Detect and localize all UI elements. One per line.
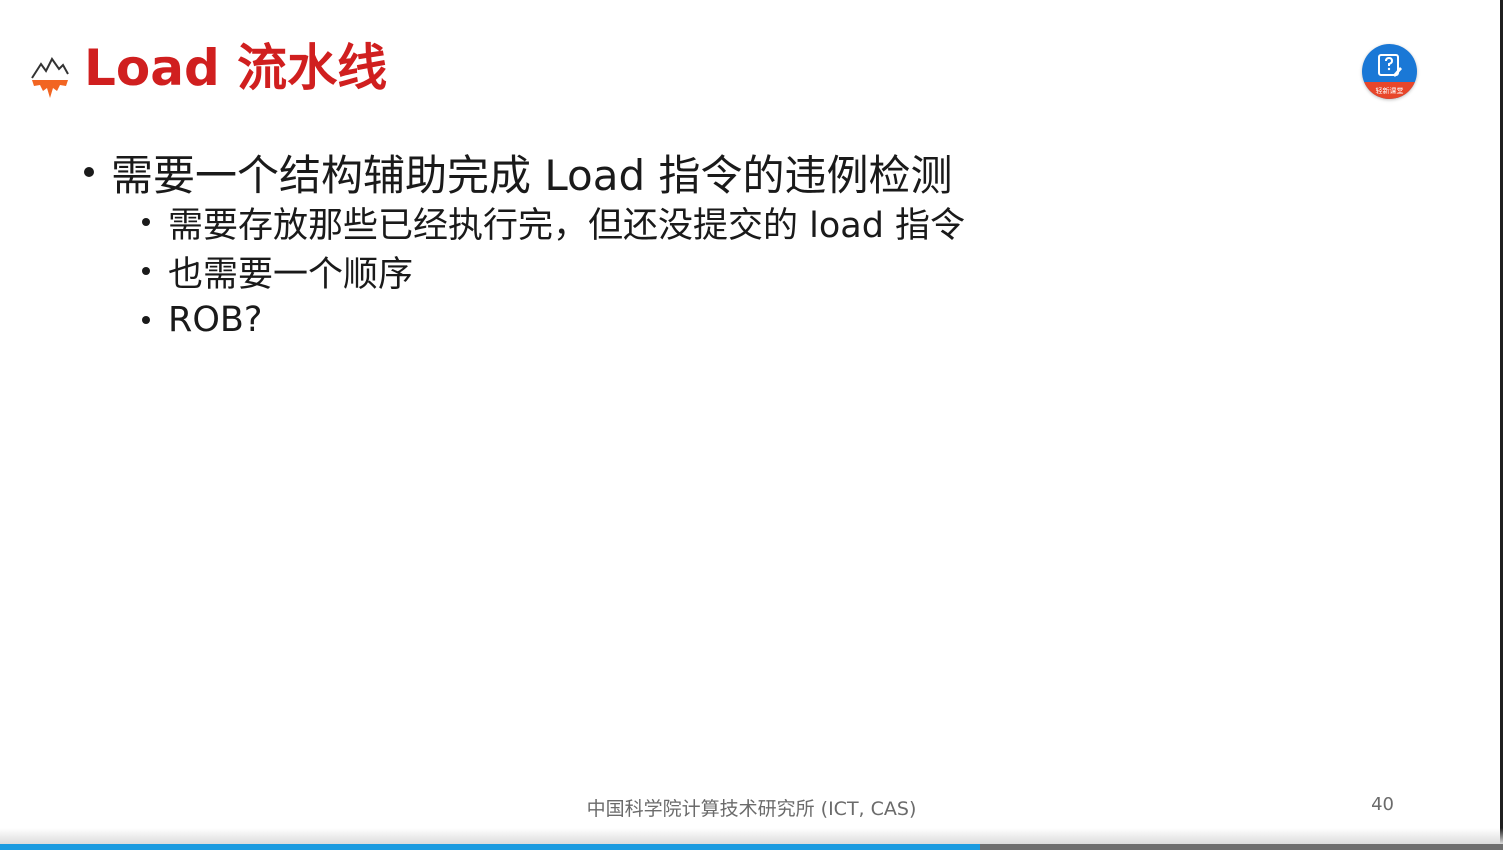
video-progress-fill xyxy=(0,844,980,850)
slide-canvas: Load 流水线 轻新课堂 需要一个结构辅助完成 Load 指令的违例检测 需要… xyxy=(0,0,1503,850)
sub-bullet-2: 也需要一个顺序 xyxy=(142,249,413,295)
bullet-dot xyxy=(142,267,150,275)
sub-bullet-1: 需要存放那些已经执行完，但还没提交的 load 指令 xyxy=(142,200,965,246)
bullet-dot xyxy=(84,167,94,177)
page-number: 40 xyxy=(1371,794,1394,815)
bullet-dot xyxy=(142,316,150,324)
badge-label: 轻新课堂 xyxy=(1375,87,1404,95)
slide-title: Load 流水线 xyxy=(84,39,388,97)
question-edit-icon xyxy=(1378,54,1402,77)
slide-footer: 中国科学院计算技术研究所 (ICT, CAS) xyxy=(586,798,917,820)
mountain-logo-icon xyxy=(31,57,69,98)
sub-bullet-2-text: 也需要一个顺序 xyxy=(168,254,414,295)
sub-bullet-3-text: ROB? xyxy=(168,300,263,340)
bullet-main: 需要一个结构辅助完成 Load 指令的违例检测 xyxy=(84,146,952,200)
sub-bullet-1-text: 需要存放那些已经执行完，但还没提交的 load 指令 xyxy=(168,205,966,246)
player-shadow xyxy=(0,828,1503,844)
bullet-dot xyxy=(142,218,150,226)
video-progress-bar[interactable] xyxy=(0,844,1503,850)
sub-bullet-3: ROB? xyxy=(142,298,262,342)
classroom-badge[interactable]: 轻新课堂 xyxy=(1362,44,1417,99)
bullet-main-text: 需要一个结构辅助完成 Load 指令的违例检测 xyxy=(111,150,953,200)
